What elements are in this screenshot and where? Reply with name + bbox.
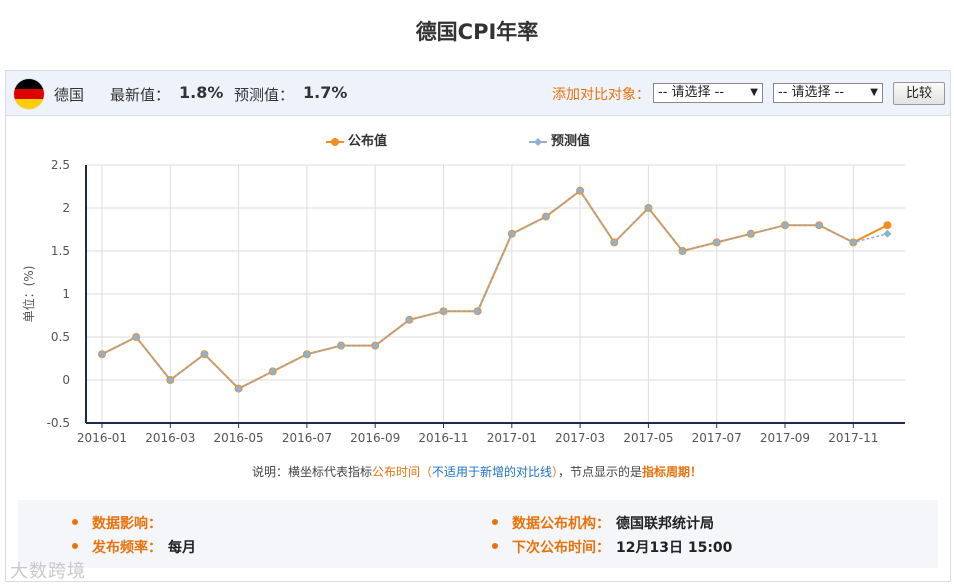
forecast-value: 1.7% — [303, 83, 348, 102]
frequency-label: 发布频率： — [92, 540, 162, 556]
panel-header: 德国 最新值： 1.8% 预测值： 1.7% 添加对比对象： -- 请选择 --… — [6, 71, 950, 116]
bullet-icon — [72, 519, 78, 525]
x-tick-label: 2017-09 — [760, 431, 810, 445]
page-title: 德国CPI年率 — [415, 20, 539, 44]
note-text-8: ！ — [690, 465, 703, 479]
note-text-1: 说明：横坐标代表指标 — [251, 465, 372, 479]
next-release-value: 12月13日 15:00 — [616, 540, 733, 556]
y-tick-label: 2.5 — [51, 158, 70, 172]
cpi-line-chart: -0.5 0 0.5 1 1.5 2 2.5 2016-01 2016-03 2016-05 201… — [21, 158, 905, 445]
impact-label: 数据影响： — [92, 516, 162, 532]
info-agency: 数据公布机构： 德国联邦统计局 — [492, 513, 714, 533]
legend-forecast-label: 预测值 — [551, 134, 591, 149]
compare-select-1-value: -- 请选择 -- — [658, 85, 725, 100]
x-tick-label: 2017-07 — [692, 431, 742, 445]
note-text-4: 不适用于新增的对比线 — [431, 465, 552, 479]
y-tick-label: -0.5 — [47, 416, 70, 430]
agency-value: 德国联邦统计局 — [616, 516, 714, 532]
legend-item-forecast[interactable]: 预测值 — [529, 130, 590, 149]
country-name: 德国 — [54, 86, 85, 104]
forecast-series-line — [101, 189, 888, 390]
y-tick-label: 0.5 — [51, 330, 70, 344]
published-point — [883, 221, 892, 230]
chart-note: 说明：横坐标代表指标公布时间（不适用于新增的对比线），节点显示的是指标周期！ — [0, 463, 954, 480]
legend-published-label: 公布值 — [348, 134, 388, 149]
watermark: 大数跨境 — [10, 561, 86, 582]
bullet-icon — [492, 519, 498, 525]
latest-label: 最新值： — [110, 86, 171, 104]
bullet-icon — [72, 543, 78, 549]
forecast-label: 预测值： — [234, 86, 295, 104]
next-release-label: 下次公布时间： — [512, 540, 610, 556]
agency-label: 数据公布机构： — [512, 516, 610, 532]
x-tick-label: 2016-11 — [418, 431, 468, 445]
info-next-release: 下次公布时间： 12月13日 15:00 — [492, 537, 732, 557]
y-tick-label: 1 — [62, 287, 70, 301]
bullet-icon — [492, 543, 498, 549]
legend-item-published[interactable]: 公布值 — [326, 130, 387, 149]
info-frequency: 发布频率： 每月 — [72, 537, 196, 557]
x-tick-label: 2017-03 — [555, 431, 605, 445]
x-tick-label: 2017-01 — [487, 431, 537, 445]
dropdown-arrow-icon: ▼ — [750, 87, 758, 98]
note-text-2: 公布时间 — [371, 465, 420, 479]
published-series-line — [101, 189, 888, 390]
compare-select-2[interactable]: -- 请选择 -- ▼ — [773, 83, 883, 103]
x-tick-label: 2016-03 — [145, 431, 195, 445]
germany-flag-icon — [14, 79, 44, 109]
x-tick-label: 2016-05 — [214, 431, 264, 445]
compare-button[interactable]: 比较 — [893, 82, 945, 105]
note-text-6: ，节点显示的是 — [558, 465, 643, 479]
note-text-7: 指标周期 — [642, 465, 691, 479]
forecast-point — [883, 229, 892, 238]
x-tick-label: 2016-01 — [77, 431, 127, 445]
frequency-value: 每月 — [168, 540, 196, 556]
info-impact: 数据影响： — [72, 513, 168, 533]
x-tick-label: 2016-09 — [350, 431, 400, 445]
x-tick-label: 2017-05 — [623, 431, 673, 445]
info-panel: 数据影响： 发布频率： 每月 数据公布机构： 德国联邦统计局 下次公布时间： 12月1… — [18, 500, 938, 568]
forecast-legend-icon — [529, 137, 547, 146]
x-tick-label: 2017-11 — [828, 431, 878, 445]
compare-label: 添加对比对象： — [552, 87, 650, 103]
x-tick-label: 2016-07 — [282, 431, 332, 445]
compare-select-2-value: -- 请选择 -- — [778, 85, 845, 100]
compare-select-1[interactable]: -- 请选择 -- ▼ — [653, 83, 763, 103]
published-legend-icon — [326, 137, 344, 146]
dropdown-arrow-icon: ▼ — [870, 87, 878, 98]
note-text-3: （ — [419, 465, 432, 479]
y-axis-label: 单位：(%) — [21, 266, 36, 323]
latest-value: 1.8% — [179, 83, 224, 102]
y-tick-label: 2 — [62, 201, 70, 215]
y-tick-label: 1.5 — [51, 244, 70, 258]
y-tick-label: 0 — [62, 373, 70, 387]
